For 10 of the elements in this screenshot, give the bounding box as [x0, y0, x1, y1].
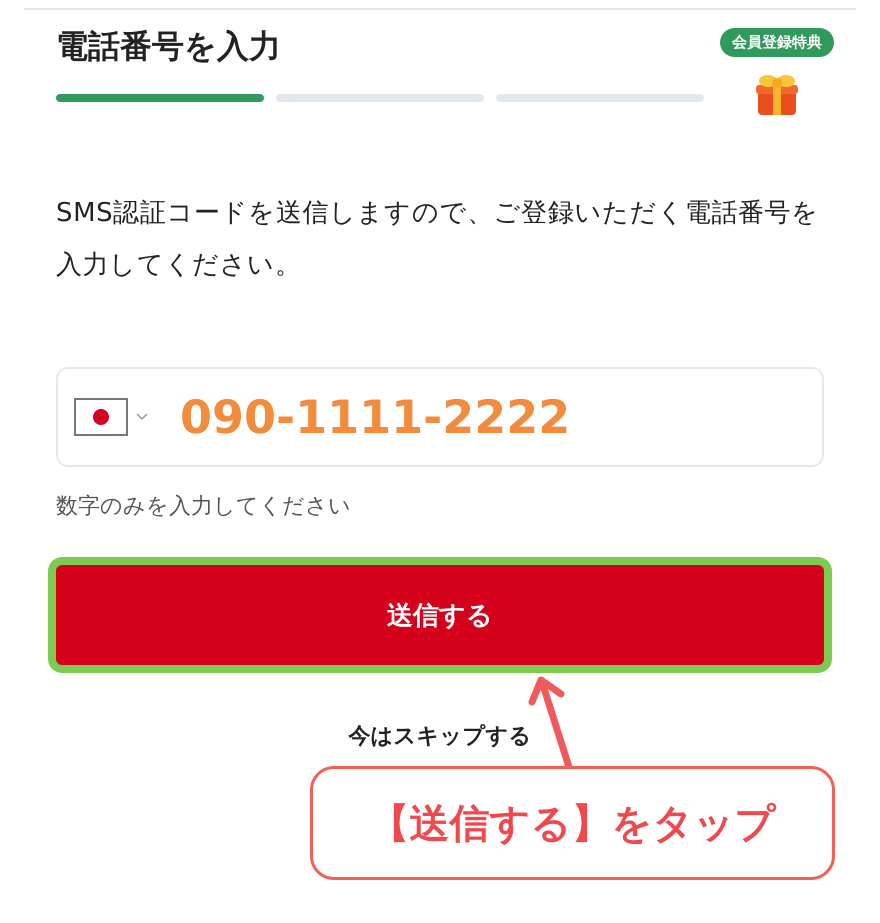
chevron-down-icon	[136, 413, 148, 421]
page-title: 電話番号を入力	[56, 26, 282, 67]
callout-box: 【送信する】をタップ	[310, 766, 835, 880]
skip-link[interactable]: 今はスキップする	[348, 721, 532, 751]
submit-button[interactable]: 送信する	[56, 565, 824, 665]
description-text: SMS認証コードを送信しますので、ご登録いただく電話番号を入力してください。	[56, 197, 820, 282]
flag-icon	[74, 398, 128, 436]
badge: 会員登録特典	[720, 28, 834, 57]
hint-text: 数字のみを入力してください	[56, 493, 352, 521]
country-selector[interactable]	[74, 398, 148, 436]
